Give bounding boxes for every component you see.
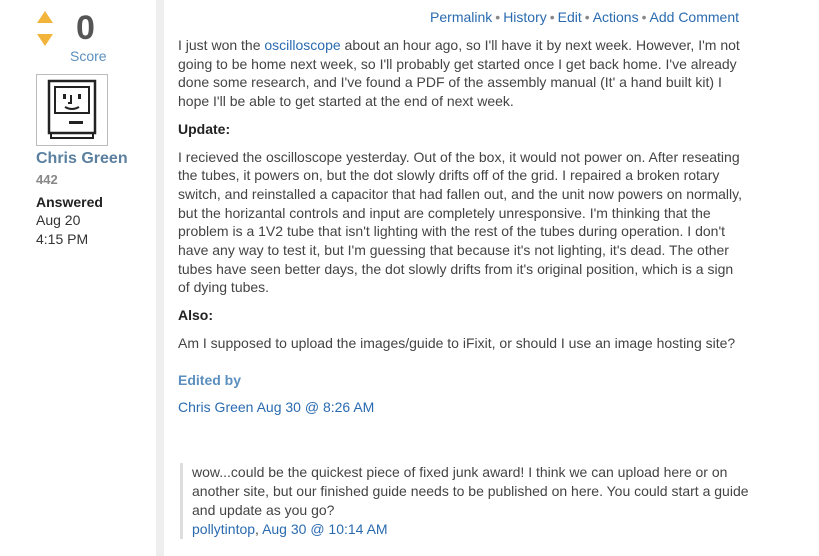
answered-label: Answered <box>36 194 103 210</box>
avatar[interactable] <box>36 74 108 146</box>
answered-time: 4:15 PM <box>36 231 89 247</box>
comment-date-link[interactable]: Aug 30 @ 10:14 AM <box>262 521 388 537</box>
comment-text: wow...could be the quickest piece of fix… <box>192 464 749 518</box>
author-reputation: 442 <box>36 172 58 187</box>
update-heading: Update: <box>178 120 231 137</box>
score-label: Score <box>70 48 107 64</box>
answer-paragraph-1: I just won the oscilloscope about an hou… <box>178 37 740 110</box>
permalink-link[interactable]: Permalink <box>430 9 492 25</box>
answer-actions-bar: Permalink • History • Edit • Actions • Add Comme… <box>430 9 739 25</box>
comment-meta: pollytintop, Aug 30 @ 10:14 AM <box>192 521 388 537</box>
edit-info: Chris Green Aug 30 @ 8:26 AM <box>178 398 748 417</box>
vote-up-icon[interactable] <box>37 11 53 23</box>
answer-body: I just won the oscilloscope about an hou… <box>178 36 748 417</box>
answer-paragraph-2: I recieved the oscilloscope yesterday. O… <box>178 148 742 296</box>
column-divider <box>156 0 164 556</box>
answered-date: Aug 20 <box>36 212 81 228</box>
history-link[interactable]: History <box>503 9 547 25</box>
author-name-link[interactable]: Chris Green <box>36 150 128 168</box>
classic-mac-avatar-icon <box>47 79 97 139</box>
actions-menu-link[interactable]: Actions <box>593 9 639 25</box>
add-comment-link[interactable]: Add Comment <box>650 9 739 25</box>
edited-by-label: Edited by <box>178 371 242 388</box>
vote-down-icon[interactable] <box>37 34 53 46</box>
answer-sidebar: 0 Score Chris Green 442 Answered Aug 20 … <box>0 0 156 556</box>
score-count: 0 <box>76 9 95 47</box>
comment: wow...could be the quickest piece of fix… <box>180 463 752 539</box>
also-heading: Also: <box>178 307 213 324</box>
oscilloscope-link[interactable]: oscilloscope <box>264 37 340 53</box>
editor-name-link[interactable]: Chris Green <box>178 399 253 415</box>
edit-date-link[interactable]: Aug 30 @ 8:26 AM <box>257 399 375 415</box>
answer-paragraph-3: Am I supposed to upload the images/guide… <box>178 334 736 351</box>
comment-user-link[interactable]: pollytintop <box>192 521 255 537</box>
edit-link[interactable]: Edit <box>558 9 582 25</box>
